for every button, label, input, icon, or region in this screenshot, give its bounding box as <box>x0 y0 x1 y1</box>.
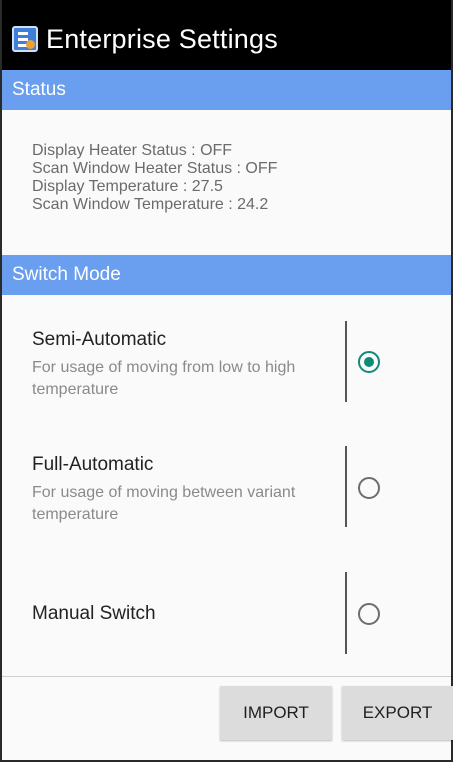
scan-window-heater-status: Scan Window Heater Status : OFF <box>32 160 278 177</box>
status-section-header: Status <box>2 70 451 110</box>
display-heater-status: Display Heater Status : OFF <box>32 142 233 159</box>
vertical-divider <box>345 446 347 527</box>
vertical-divider <box>345 321 347 402</box>
app-title: Enterprise Settings <box>46 23 278 54</box>
mode-option-manual-switch[interactable]: Manual Switch <box>2 563 451 663</box>
mode-option-title: Full-Automatic <box>32 454 154 475</box>
manual-switch-radio[interactable] <box>358 603 380 625</box>
display-temperature: Display Temperature : 27.5 <box>32 178 223 195</box>
mode-option-description: For usage of moving from low to high tem… <box>32 359 296 398</box>
vertical-divider <box>345 572 347 654</box>
semi-automatic-radio[interactable] <box>358 351 380 373</box>
status-list: Display Heater Status : OFF Scan Window … <box>32 142 277 214</box>
mode-option-description: For usage of moving between variant temp… <box>32 484 296 523</box>
import-button[interactable]: IMPORT <box>220 686 332 740</box>
settings-app-icon <box>12 26 38 52</box>
scan-window-temperature: Scan Window Temperature : 24.2 <box>32 196 269 213</box>
mode-option-title: Semi-Automatic <box>32 329 167 350</box>
export-button[interactable]: EXPORT <box>342 686 453 740</box>
switch-mode-section-header: Switch Mode <box>2 255 451 295</box>
mode-option-semi-automatic[interactable]: Semi-Automatic For usage of moving from … <box>2 310 451 420</box>
full-automatic-radio[interactable] <box>358 477 380 499</box>
mode-option-full-automatic[interactable]: Full-Automatic For usage of moving betwe… <box>2 435 451 545</box>
title-bar: Enterprise Settings <box>2 0 451 78</box>
mode-option-title: Manual Switch <box>32 603 156 624</box>
footer-divider <box>2 676 451 677</box>
